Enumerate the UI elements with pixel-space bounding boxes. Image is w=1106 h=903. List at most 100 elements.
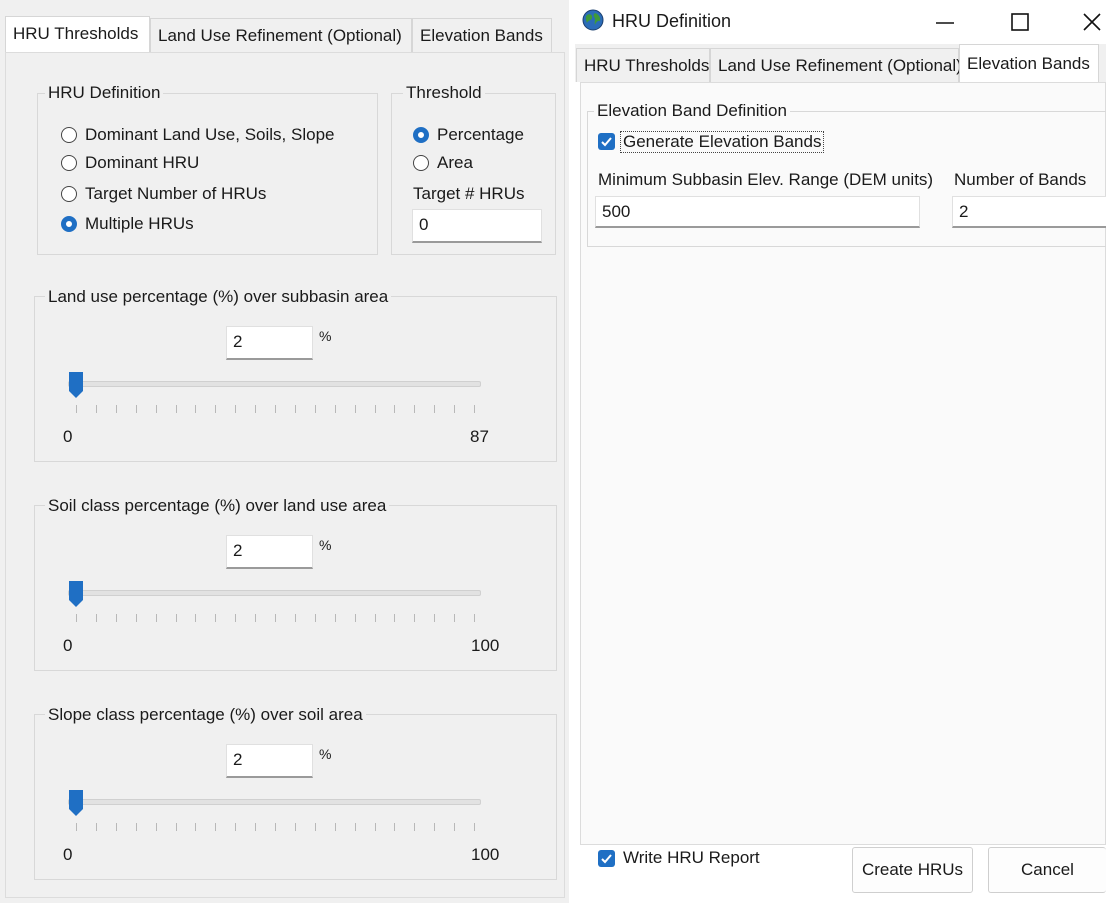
slider-tick bbox=[394, 614, 395, 622]
soil-slider-ticks bbox=[76, 614, 475, 622]
radio-circle-selected bbox=[61, 216, 77, 232]
slider-tick bbox=[394, 823, 395, 831]
radio-label: Percentage bbox=[437, 125, 524, 144]
target-hrus-input[interactable]: 0 bbox=[412, 209, 542, 243]
cancel-button[interactable]: Cancel bbox=[988, 847, 1106, 893]
slope-slider-thumb[interactable] bbox=[68, 789, 84, 817]
slider-tick bbox=[156, 405, 157, 413]
slider-tick bbox=[375, 614, 376, 622]
maximize-icon[interactable] bbox=[1010, 12, 1030, 32]
slider-tick bbox=[176, 405, 177, 413]
slider-tick bbox=[315, 614, 316, 622]
landuse-percent-unit: % bbox=[319, 328, 332, 344]
check-icon bbox=[601, 854, 612, 864]
slider-tick bbox=[136, 823, 137, 831]
radio-circle bbox=[413, 155, 429, 171]
slider-tick bbox=[414, 823, 415, 831]
radio-dominant-hru[interactable]: Dominant HRU bbox=[61, 153, 199, 173]
minimize-icon[interactable] bbox=[934, 12, 956, 34]
slider-tick bbox=[434, 405, 435, 413]
slider-tick bbox=[255, 614, 256, 622]
slider-tick bbox=[116, 405, 117, 413]
slider-tick bbox=[96, 614, 97, 622]
slope-slider-title: Slope class percentage (%) over soil are… bbox=[45, 705, 366, 725]
landuse-slider-thumb[interactable] bbox=[68, 371, 84, 399]
radio-dominant-landuse-soils-slope[interactable]: Dominant Land Use, Soils, Slope bbox=[61, 125, 334, 145]
slider-tick bbox=[315, 405, 316, 413]
slider-tick bbox=[335, 823, 336, 831]
slider-tick bbox=[275, 405, 276, 413]
slider-tick bbox=[295, 405, 296, 413]
slider-tick bbox=[156, 823, 157, 831]
create-hrus-button[interactable]: Create HRUs bbox=[852, 847, 973, 893]
landuse-slider-max: 87 bbox=[470, 427, 489, 446]
landuse-percent-input[interactable]: 2 bbox=[226, 326, 313, 360]
number-of-bands-input[interactable]: 2 bbox=[952, 196, 1106, 228]
globe-icon bbox=[582, 9, 604, 31]
slider-tick bbox=[96, 823, 97, 831]
radio-circle bbox=[61, 127, 77, 143]
target-hrus-label: Target # HRUs bbox=[413, 184, 525, 203]
left-tab-strip: HRU Thresholds Land Use Refinement (Opti… bbox=[5, 16, 565, 52]
slider-tick bbox=[235, 614, 236, 622]
min-elev-range-input[interactable]: 500 bbox=[595, 196, 920, 228]
slider-tick bbox=[414, 405, 415, 413]
slider-tick bbox=[335, 405, 336, 413]
landuse-slider-ticks bbox=[76, 405, 475, 413]
radio-target-number-hrus[interactable]: Target Number of HRUs bbox=[61, 184, 266, 204]
slider-tick bbox=[355, 614, 356, 622]
slope-percent-input[interactable]: 2 bbox=[226, 744, 313, 778]
radio-label: Dominant HRU bbox=[85, 153, 200, 172]
radio-area[interactable]: Area bbox=[413, 153, 473, 173]
number-of-bands-label: Number of Bands bbox=[954, 170, 1087, 189]
right-tab-strip: HRU Thresholds Land Use Refinement (Opti… bbox=[576, 44, 1106, 82]
check-icon bbox=[601, 137, 612, 147]
slider-tick bbox=[454, 405, 455, 413]
slider-tick bbox=[76, 823, 77, 831]
soil-slider-min: 0 bbox=[63, 636, 73, 655]
slider-tick bbox=[195, 823, 196, 831]
slope-slider-ticks bbox=[76, 823, 475, 831]
landuse-slider-min: 0 bbox=[63, 427, 73, 446]
radio-label: Target Number of HRUs bbox=[85, 184, 267, 203]
slider-tick bbox=[474, 823, 475, 831]
tab-hru-thresholds[interactable]: HRU Thresholds bbox=[576, 48, 710, 82]
slider-tick bbox=[275, 823, 276, 831]
slider-tick bbox=[454, 614, 455, 622]
slider-tick bbox=[156, 614, 157, 622]
close-icon[interactable] bbox=[1081, 11, 1103, 33]
slider-tick bbox=[136, 614, 137, 622]
slider-tick bbox=[255, 823, 256, 831]
slope-slider-max: 100 bbox=[471, 845, 500, 864]
radio-circle bbox=[61, 186, 77, 202]
slope-percent-unit: % bbox=[319, 746, 332, 762]
landuse-slider-track[interactable] bbox=[68, 381, 481, 387]
landuse-slider-title: Land use percentage (%) over subbasin ar… bbox=[45, 287, 392, 307]
generate-elevation-checkbox[interactable] bbox=[598, 133, 615, 150]
tab-land-use-refinement[interactable]: Land Use Refinement (Optional) bbox=[710, 48, 962, 82]
write-hru-report-checkbox[interactable] bbox=[598, 850, 615, 867]
tab-land-use-refinement[interactable]: Land Use Refinement (Optional) bbox=[150, 18, 412, 52]
radio-percentage[interactable]: Percentage bbox=[413, 125, 524, 145]
soil-slider-thumb[interactable] bbox=[68, 580, 84, 608]
soil-slider-track[interactable] bbox=[68, 590, 481, 596]
slider-tick bbox=[414, 614, 415, 622]
slider-tick bbox=[375, 823, 376, 831]
slider-tick bbox=[355, 823, 356, 831]
tab-hru-thresholds[interactable]: HRU Thresholds bbox=[5, 16, 150, 52]
slope-slider-track[interactable] bbox=[68, 799, 481, 805]
slider-tick bbox=[454, 823, 455, 831]
soil-percent-input[interactable]: 2 bbox=[226, 535, 313, 569]
min-elev-range-label: Minimum Subbasin Elev. Range (DEM units) bbox=[598, 170, 934, 189]
radio-circle-selected bbox=[413, 127, 429, 143]
threshold-legend: Threshold bbox=[403, 83, 485, 103]
radio-circle bbox=[61, 155, 77, 171]
tab-elevation-bands[interactable]: Elevation Bands bbox=[959, 44, 1099, 82]
slider-tick bbox=[235, 405, 236, 413]
radio-multiple-hrus[interactable]: Multiple HRUs bbox=[61, 214, 194, 234]
generate-elevation-label[interactable]: Generate Elevation Bands bbox=[620, 131, 825, 153]
tab-elevation-bands[interactable]: Elevation Bands bbox=[412, 18, 552, 52]
slider-tick bbox=[335, 614, 336, 622]
slider-tick bbox=[96, 405, 97, 413]
slider-tick bbox=[136, 405, 137, 413]
